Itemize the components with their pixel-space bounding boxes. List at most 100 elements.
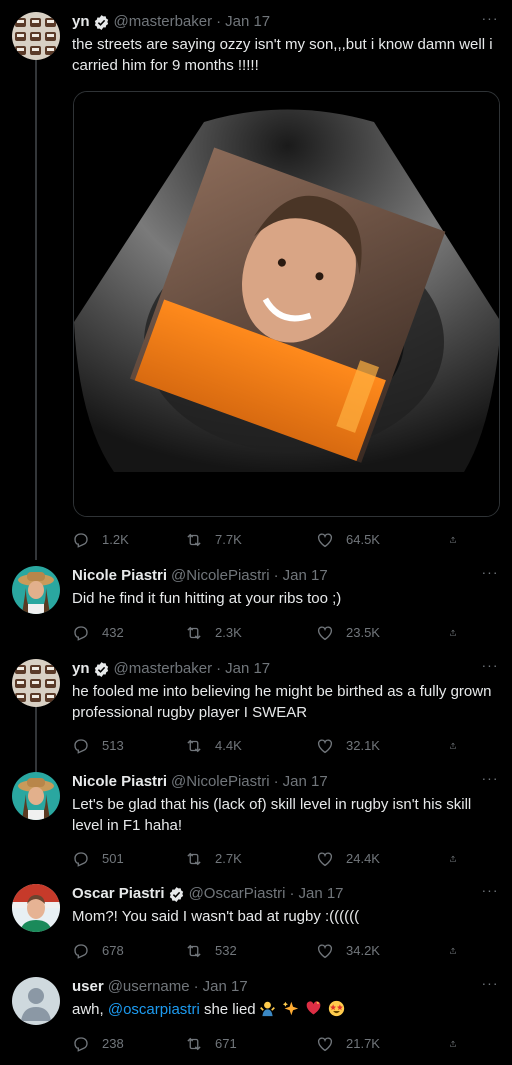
reply-icon	[72, 942, 90, 960]
more-icon[interactable]: ···	[480, 658, 500, 679]
text-suffix: she lied	[199, 1001, 256, 1018]
handle[interactable]: @username	[108, 977, 190, 997]
display-name[interactable]: user	[72, 977, 104, 997]
timestamp[interactable]: Jan 17	[203, 977, 248, 997]
reply-icon	[72, 737, 90, 755]
retweet-count: 2.7K	[215, 851, 242, 866]
tweet-actions: 432 2.3K 23.5K	[72, 623, 500, 643]
share-icon	[449, 624, 457, 642]
share-button[interactable]	[449, 1034, 469, 1054]
like-icon	[316, 737, 334, 755]
reply-button[interactable]: 238	[72, 1034, 185, 1054]
share-button[interactable]	[449, 736, 469, 756]
share-button[interactable]	[449, 530, 469, 550]
separator: ·	[273, 567, 279, 584]
woman-hat-avatar-image	[12, 772, 60, 820]
reply-count: 432	[102, 625, 124, 640]
cake-grid-avatar-image	[12, 12, 60, 60]
retweet-count: 671	[215, 1036, 237, 1051]
separator: ·	[193, 978, 199, 995]
reply-button[interactable]: 1.2K	[72, 530, 185, 550]
display-name[interactable]: Oscar Piastri	[72, 884, 165, 904]
timestamp[interactable]: Jan 17	[283, 566, 328, 586]
more-icon[interactable]: ···	[480, 883, 500, 904]
share-button[interactable]	[449, 849, 469, 869]
verified-icon	[93, 661, 110, 678]
reply-icon	[72, 850, 90, 868]
like-icon	[316, 850, 334, 868]
handle[interactable]: @masterbaker	[114, 659, 213, 679]
share-button[interactable]	[449, 941, 469, 961]
retweet-icon	[185, 531, 203, 549]
reply-button[interactable]: 432	[72, 623, 185, 643]
verified-icon	[93, 14, 110, 31]
avatar[interactable]	[12, 659, 60, 707]
like-icon	[316, 624, 334, 642]
tweet-actions: 501 2.7K 24.4K	[72, 849, 500, 869]
tweet-text: Did he find it fun hitting at your ribs …	[72, 590, 342, 607]
tweet-media[interactable]	[73, 91, 500, 517]
retweet-icon	[185, 850, 203, 868]
display-name[interactable]: Nicole Piastri	[72, 566, 167, 586]
timestamp[interactable]: Jan 17	[283, 772, 328, 792]
tweet-header: yn @masterbaker · Jan 17	[72, 659, 500, 679]
retweet-button[interactable]: 671	[185, 1034, 316, 1054]
tweet-header: Oscar Piastri @OscarPiastri · Jan 17	[72, 884, 500, 904]
timestamp[interactable]: Jan 17	[298, 884, 343, 904]
retweet-button[interactable]: 2.7K	[185, 849, 316, 869]
avatar[interactable]	[12, 977, 60, 1025]
like-button[interactable]: 23.5K	[316, 623, 449, 643]
more-icon[interactable]: ···	[480, 771, 500, 792]
mention-link[interactable]: @oscarpiastri	[108, 1001, 200, 1018]
retweet-icon	[185, 1035, 203, 1053]
reply-icon	[72, 1035, 90, 1053]
handle[interactable]: @NicolePiastri	[171, 772, 270, 792]
like-count: 32.1K	[346, 738, 380, 753]
avatar[interactable]	[12, 12, 60, 60]
tweet-actions: 1.2K 7.7K 64.5K	[72, 530, 500, 550]
separator: ·	[216, 660, 222, 677]
reply-button[interactable]: 513	[72, 736, 185, 756]
avatar[interactable]	[12, 772, 60, 820]
timestamp[interactable]: Jan 17	[225, 12, 270, 32]
reply-icon	[72, 531, 90, 549]
ultrasound-photo-image	[74, 92, 499, 516]
more-icon[interactable]: ···	[480, 11, 500, 32]
tweet-header: yn @masterbaker · Jan 17	[72, 12, 500, 32]
handle[interactable]: @OscarPiastri	[189, 884, 286, 904]
more-icon[interactable]: ···	[480, 976, 500, 997]
reply-button[interactable]: 678	[72, 941, 185, 961]
share-icon	[449, 1035, 457, 1053]
like-icon	[316, 942, 334, 960]
display-name[interactable]: yn	[72, 12, 90, 32]
retweet-button[interactable]: 4.4K	[185, 736, 316, 756]
retweet-button[interactable]: 7.7K	[185, 530, 316, 550]
display-name[interactable]: yn	[72, 659, 90, 679]
separator: ·	[216, 13, 222, 30]
retweet-button[interactable]: 532	[185, 941, 316, 961]
like-count: 24.4K	[346, 851, 380, 866]
retweet-count: 2.3K	[215, 625, 242, 640]
like-button[interactable]: 64.5K	[316, 530, 449, 550]
tweet-actions: 513 4.4K 32.1K	[72, 736, 500, 756]
share-button[interactable]	[449, 623, 469, 643]
handle[interactable]: @NicolePiastri	[171, 566, 270, 586]
like-count: 21.7K	[346, 1036, 380, 1051]
reply-button[interactable]: 501	[72, 849, 185, 869]
like-button[interactable]: 34.2K	[316, 941, 449, 961]
timestamp[interactable]: Jan 17	[225, 659, 270, 679]
like-button[interactable]: 24.4K	[316, 849, 449, 869]
like-button[interactable]: 32.1K	[316, 736, 449, 756]
separator: ·	[289, 885, 295, 902]
like-button[interactable]: 21.7K	[316, 1034, 449, 1054]
avatar[interactable]	[12, 566, 60, 614]
verified-icon	[168, 886, 185, 903]
sparkles-icon	[282, 1000, 299, 1017]
display-name[interactable]: Nicole Piastri	[72, 772, 167, 792]
retweet-button[interactable]: 2.3K	[185, 623, 316, 643]
cake-grid-avatar-image	[12, 659, 60, 707]
avatar[interactable]	[12, 884, 60, 932]
more-icon[interactable]: ···	[480, 565, 500, 586]
like-icon	[316, 531, 334, 549]
handle[interactable]: @masterbaker	[114, 12, 213, 32]
